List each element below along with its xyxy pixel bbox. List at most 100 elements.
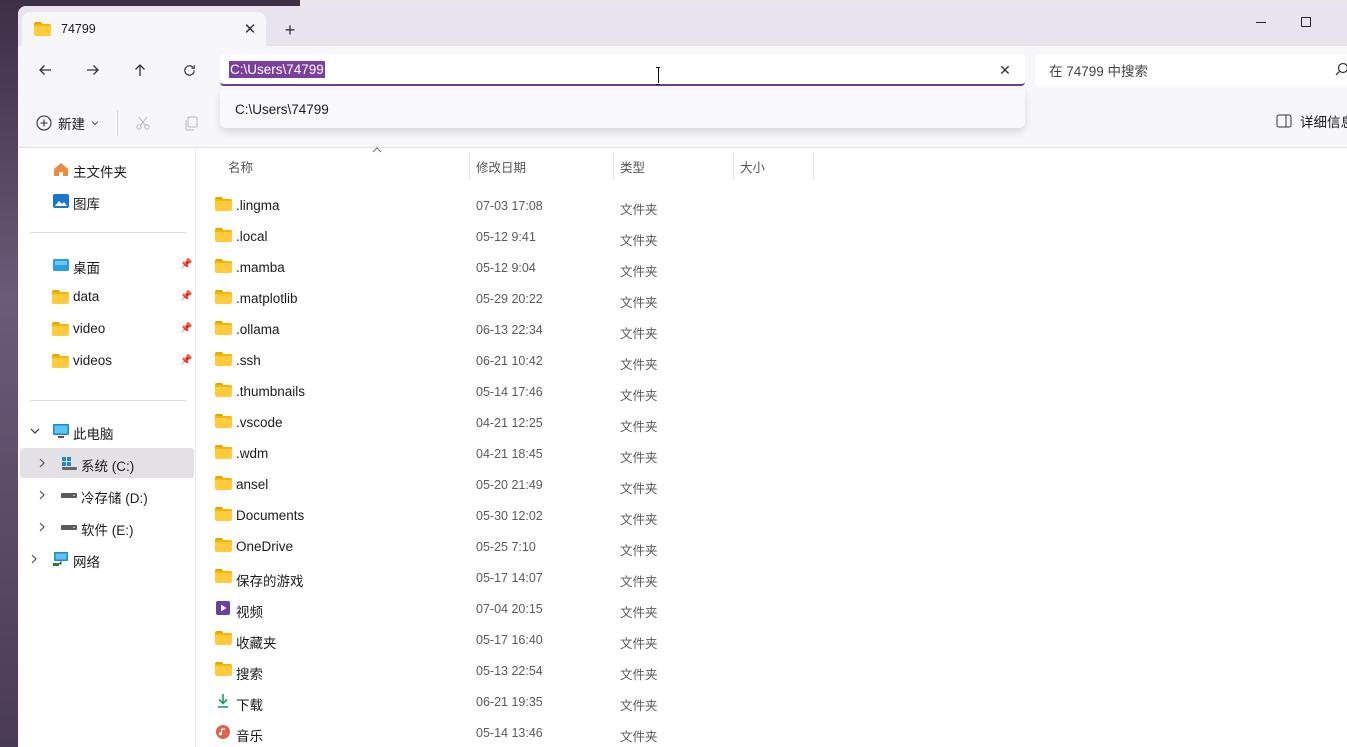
folder-icon bbox=[34, 22, 51, 36]
sidebar-item-videos[interactable]: videos 📌 bbox=[20, 346, 194, 376]
file-name: 音乐 bbox=[236, 729, 263, 744]
address-input[interactable]: C:\Users\74799 bbox=[229, 60, 325, 78]
file-name: ansel bbox=[236, 477, 269, 492]
sidebar-item-gallery[interactable]: 图库 bbox=[20, 186, 194, 216]
column-header-date[interactable]: 修改日期 bbox=[476, 148, 616, 184]
tab-74799[interactable]: 74799 ✕ bbox=[22, 12, 266, 46]
minimize-button[interactable] bbox=[1238, 6, 1284, 38]
sidebar-divider bbox=[30, 400, 186, 401]
text-cursor-icon bbox=[656, 67, 660, 85]
pin-icon[interactable]: 📌 bbox=[180, 355, 192, 366]
table-row[interactable]: 视频 07-04 20:15 文件夹 bbox=[197, 593, 837, 624]
chevron-right-icon[interactable] bbox=[30, 554, 38, 564]
cut-button[interactable] bbox=[133, 113, 153, 133]
pin-icon[interactable]: 📌 bbox=[180, 323, 192, 334]
sidebar-item-home[interactable]: 主文件夹 bbox=[20, 154, 194, 184]
chevron-right-icon[interactable] bbox=[38, 522, 46, 532]
table-row[interactable]: .ssh 06-21 10:42 文件夹 bbox=[197, 345, 837, 376]
sidebar-item-drive-c[interactable]: 系统 (C:) bbox=[20, 448, 194, 478]
sidebar-item-video[interactable]: video 📌 bbox=[20, 314, 194, 344]
new-tab-button[interactable]: + bbox=[276, 16, 304, 44]
sidebar-item-data[interactable]: data 📌 bbox=[20, 282, 194, 312]
chevron-right-icon[interactable] bbox=[38, 458, 46, 468]
table-row[interactable]: 音乐 05-14 13:46 文件夹 bbox=[197, 717, 837, 747]
file-name: 视频 bbox=[236, 605, 263, 620]
table-row[interactable]: 保存的游戏 05-17 14:07 文件夹 bbox=[197, 562, 837, 593]
table-row[interactable]: .mamba 05-12 9:04 文件夹 bbox=[197, 252, 837, 283]
table-row[interactable]: ansel 05-20 21:49 文件夹 bbox=[197, 469, 837, 500]
file-date: 05-12 9:04 bbox=[476, 261, 536, 275]
address-suggestion[interactable]: C:\Users\74799 bbox=[220, 90, 1025, 128]
maximize-button[interactable] bbox=[1283, 6, 1329, 38]
chevron-down-icon[interactable] bbox=[30, 427, 40, 435]
table-row[interactable]: .ollama 06-13 22:34 文件夹 bbox=[197, 314, 837, 345]
column-divider[interactable] bbox=[813, 152, 814, 180]
table-row[interactable]: Documents 05-30 12:02 文件夹 bbox=[197, 500, 837, 531]
file-type: 文件夹 bbox=[620, 637, 658, 651]
file-name: .matplotlib bbox=[236, 291, 298, 306]
back-button[interactable] bbox=[29, 54, 61, 86]
file-date: 07-04 20:15 bbox=[476, 602, 543, 616]
refresh-button[interactable] bbox=[173, 54, 205, 86]
up-button[interactable] bbox=[124, 54, 156, 86]
sidebar-item-this-pc[interactable]: 此电脑 bbox=[20, 416, 194, 446]
table-row[interactable]: .lingma 07-03 17:08 文件夹 bbox=[197, 190, 837, 221]
folder-icon bbox=[215, 414, 233, 430]
pin-icon[interactable]: 📌 bbox=[180, 259, 192, 270]
chevron-right-icon[interactable] bbox=[38, 490, 46, 500]
file-type: 文件夹 bbox=[620, 451, 658, 465]
file-type: 文件夹 bbox=[620, 420, 658, 434]
folder-icon bbox=[52, 290, 70, 306]
file-type: 文件夹 bbox=[620, 513, 658, 527]
table-row[interactable]: .wdm 04-21 18:45 文件夹 bbox=[197, 438, 837, 469]
table-row[interactable]: 下载 06-21 19:35 文件夹 bbox=[197, 686, 837, 717]
column-header-type[interactable]: 类型 bbox=[620, 148, 734, 184]
column-type-label: 类型 bbox=[620, 160, 646, 175]
sidebar-item-label: 系统 (C:) bbox=[81, 459, 135, 474]
refresh-icon bbox=[183, 64, 195, 76]
new-button[interactable]: 新建 bbox=[36, 110, 99, 136]
sidebar-item-drive-e[interactable]: 软件 (E:) bbox=[20, 512, 194, 542]
folder-icon bbox=[52, 322, 70, 338]
table-row[interactable]: 收藏夹 05-17 16:40 文件夹 bbox=[197, 624, 837, 655]
table-row[interactable]: .local 05-12 9:41 文件夹 bbox=[197, 221, 837, 252]
file-date: 05-30 12:02 bbox=[476, 509, 543, 523]
address-bar[interactable]: C:\Users\74799 ✕ bbox=[220, 54, 1025, 86]
clear-address-icon[interactable]: ✕ bbox=[993, 58, 1017, 82]
sidebar-item-desktop[interactable]: 桌面 📌 bbox=[20, 250, 194, 280]
file-type: 文件夹 bbox=[620, 389, 658, 403]
details-label: 详细信息 bbox=[1300, 115, 1347, 130]
home-icon bbox=[54, 163, 68, 176]
search-icon[interactable] bbox=[1335, 62, 1347, 76]
sidebar-item-network[interactable]: 网络 bbox=[20, 544, 194, 574]
column-header-size[interactable]: 大小 bbox=[740, 148, 814, 184]
column-divider[interactable] bbox=[469, 152, 470, 180]
folder-icon bbox=[215, 631, 233, 647]
forward-button[interactable] bbox=[77, 54, 109, 86]
file-name: .mamba bbox=[236, 260, 285, 275]
details-button[interactable]: 详细信息 bbox=[1276, 111, 1347, 131]
table-row[interactable]: OneDrive 05-25 7:10 文件夹 bbox=[197, 531, 837, 562]
column-date-label: 修改日期 bbox=[476, 160, 527, 175]
file-date: 05-14 13:46 bbox=[476, 726, 543, 740]
sidebar-item-drive-d[interactable]: 冷存储 (D:) bbox=[20, 480, 194, 510]
table-row[interactable]: 搜索 05-13 22:54 文件夹 bbox=[197, 655, 837, 686]
column-divider[interactable] bbox=[613, 152, 614, 180]
sidebar-item-label: 主文件夹 bbox=[73, 165, 127, 180]
pin-icon[interactable]: 📌 bbox=[180, 291, 192, 302]
table-row[interactable]: .thumbnails 05-14 17:46 文件夹 bbox=[197, 376, 837, 407]
copy-button[interactable] bbox=[181, 113, 201, 133]
navigation-bar: C:\Users\74799 ✕ 在 74799 中搜索 bbox=[18, 46, 1347, 96]
file-name: .thumbnails bbox=[236, 384, 306, 399]
search-input[interactable]: 在 74799 中搜索 bbox=[1035, 54, 1347, 86]
folder-icon bbox=[215, 445, 233, 461]
column-header-name[interactable]: 名称 bbox=[228, 147, 470, 184]
file-type: 文件夹 bbox=[620, 544, 658, 558]
file-date: 05-14 17:46 bbox=[476, 385, 543, 399]
column-divider[interactable] bbox=[733, 152, 734, 180]
file-name: .wdm bbox=[236, 446, 269, 461]
new-label: 新建 bbox=[58, 117, 85, 132]
close-tab-icon[interactable]: ✕ bbox=[236, 15, 264, 43]
table-row[interactable]: .vscode 04-21 12:25 文件夹 bbox=[197, 407, 837, 438]
table-row[interactable]: .matplotlib 05-29 20:22 文件夹 bbox=[197, 283, 837, 314]
